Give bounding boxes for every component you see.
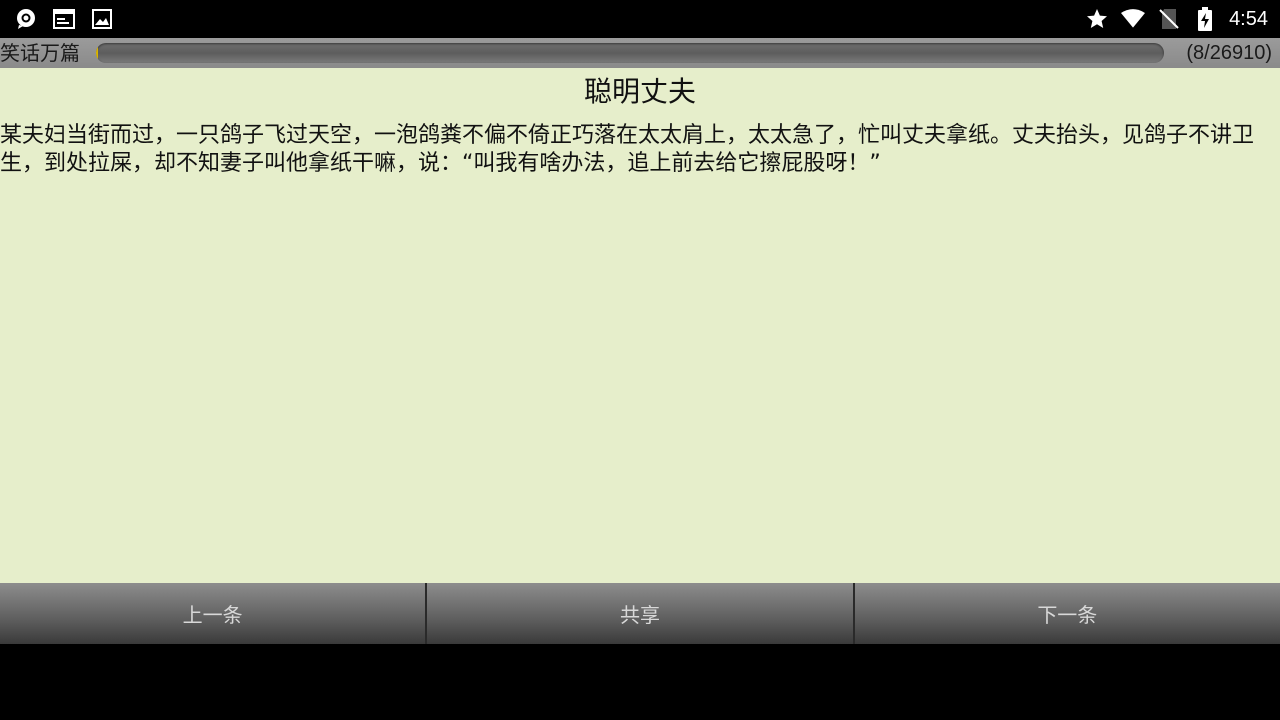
share-button[interactable]: 共享 <box>427 583 855 644</box>
next-button[interactable]: 下一条 <box>854 583 1280 644</box>
wifi-icon <box>1121 7 1146 31</box>
bottom-nav: 上一条 共享 下一条 <box>0 583 1280 644</box>
app-title: 笑话万篇 <box>0 41 80 65</box>
progress-bar[interactable] <box>96 43 1164 63</box>
chat-bubble-icon <box>14 7 38 31</box>
joke-content: 聪明丈夫 某夫妇当街而过，一只鸽子飞过天空，一泡鸽粪不偏不倚正巧落在太太肩上，太… <box>0 68 1280 583</box>
battery-charging-icon <box>1193 7 1217 31</box>
joke-body: 某夫妇当街而过，一只鸽子飞过天空，一泡鸽粪不偏不倚正巧落在太太肩上，太太急了，忙… <box>0 123 1255 176</box>
app-header: 笑话万篇 (8/26910) <box>0 38 1280 68</box>
joke-title: 聪明丈夫 <box>583 75 696 108</box>
no-sim-icon <box>1157 7 1181 31</box>
prev-button[interactable]: 上一条 <box>0 583 428 644</box>
system-nav-area <box>0 644 1280 720</box>
notification-icons <box>14 7 114 31</box>
image-icon <box>90 7 114 31</box>
status-bar: 4:54 <box>0 0 1280 38</box>
page-counter: (8/26910) <box>1186 42 1272 64</box>
system-icons: 4:54 <box>1085 6 1268 32</box>
progress-fill <box>96 43 99 63</box>
star-icon <box>1085 7 1109 31</box>
clock: 4:54 <box>1229 8 1268 30</box>
terminal-icon <box>52 7 76 31</box>
